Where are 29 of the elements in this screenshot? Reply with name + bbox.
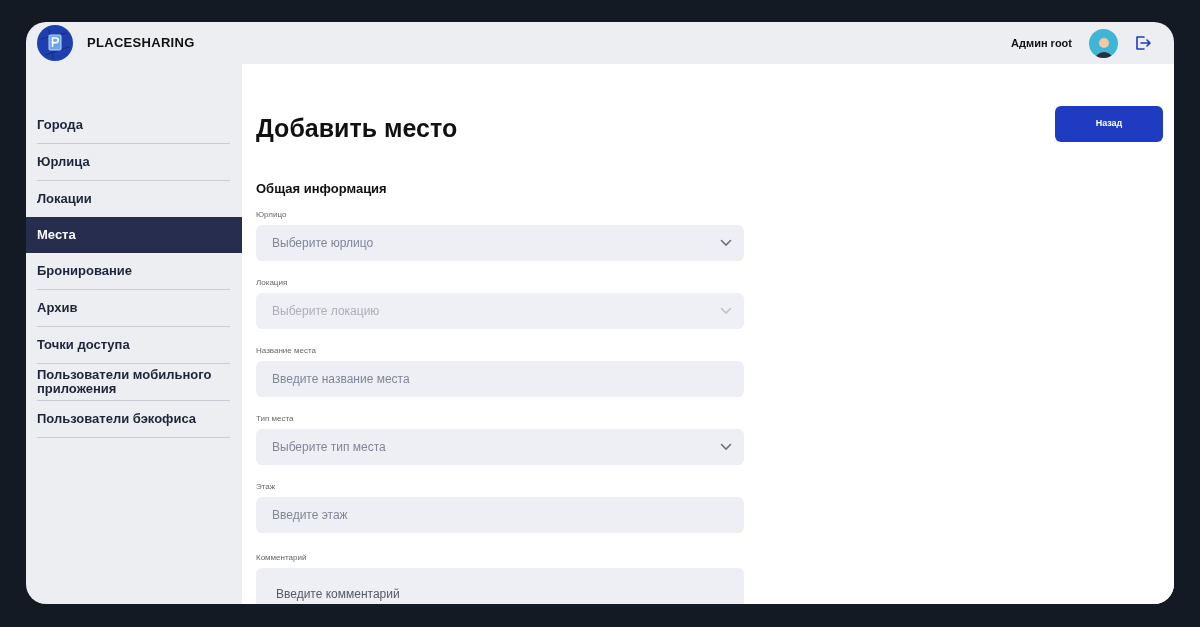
- chevron-down-icon: [720, 443, 732, 451]
- brand-name: PLACESHARING: [87, 34, 195, 53]
- textarea-field[interactable]: Введите комментарий: [256, 568, 744, 604]
- sidebar-item[interactable]: Точки доступа: [26, 327, 242, 363]
- field-label: Название места: [256, 346, 317, 356]
- field-label: Тип места: [256, 414, 295, 424]
- input-field[interactable]: Введите этаж: [256, 497, 744, 533]
- sidebar-item[interactable]: Архив: [26, 290, 242, 326]
- sidebar-item[interactable]: Города: [26, 107, 242, 143]
- input-field[interactable]: Введите название места: [256, 361, 744, 397]
- user-name: Админ root: [1011, 35, 1072, 51]
- section-title: Общая информация: [256, 179, 388, 198]
- logout-icon[interactable]: [1134, 34, 1152, 52]
- avatar[interactable]: [1089, 28, 1118, 58]
- chevron-down-icon: [720, 239, 732, 247]
- sidebar-item[interactable]: Юрлица: [26, 144, 242, 180]
- field-label: Юрлицо: [256, 210, 288, 220]
- chevron-down-icon: [720, 307, 732, 315]
- sidebar-item[interactable]: Локации: [26, 181, 242, 217]
- back-button[interactable]: Назад: [1055, 106, 1163, 142]
- field-label: Комментарий: [256, 553, 308, 563]
- sidebar-item[interactable]: Бронирование: [26, 253, 242, 289]
- field-label: Локация: [256, 278, 289, 288]
- field-label: Этаж: [256, 482, 277, 492]
- sidebar-item[interactable]: Пользователи бэкофиса: [26, 401, 242, 437]
- sidebar-item[interactable]: Пользователи мобильного приложения: [26, 364, 242, 400]
- sidebar-item[interactable]: Места: [26, 217, 242, 253]
- logo-icon: [37, 25, 73, 61]
- page-title: Добавить место: [256, 113, 459, 144]
